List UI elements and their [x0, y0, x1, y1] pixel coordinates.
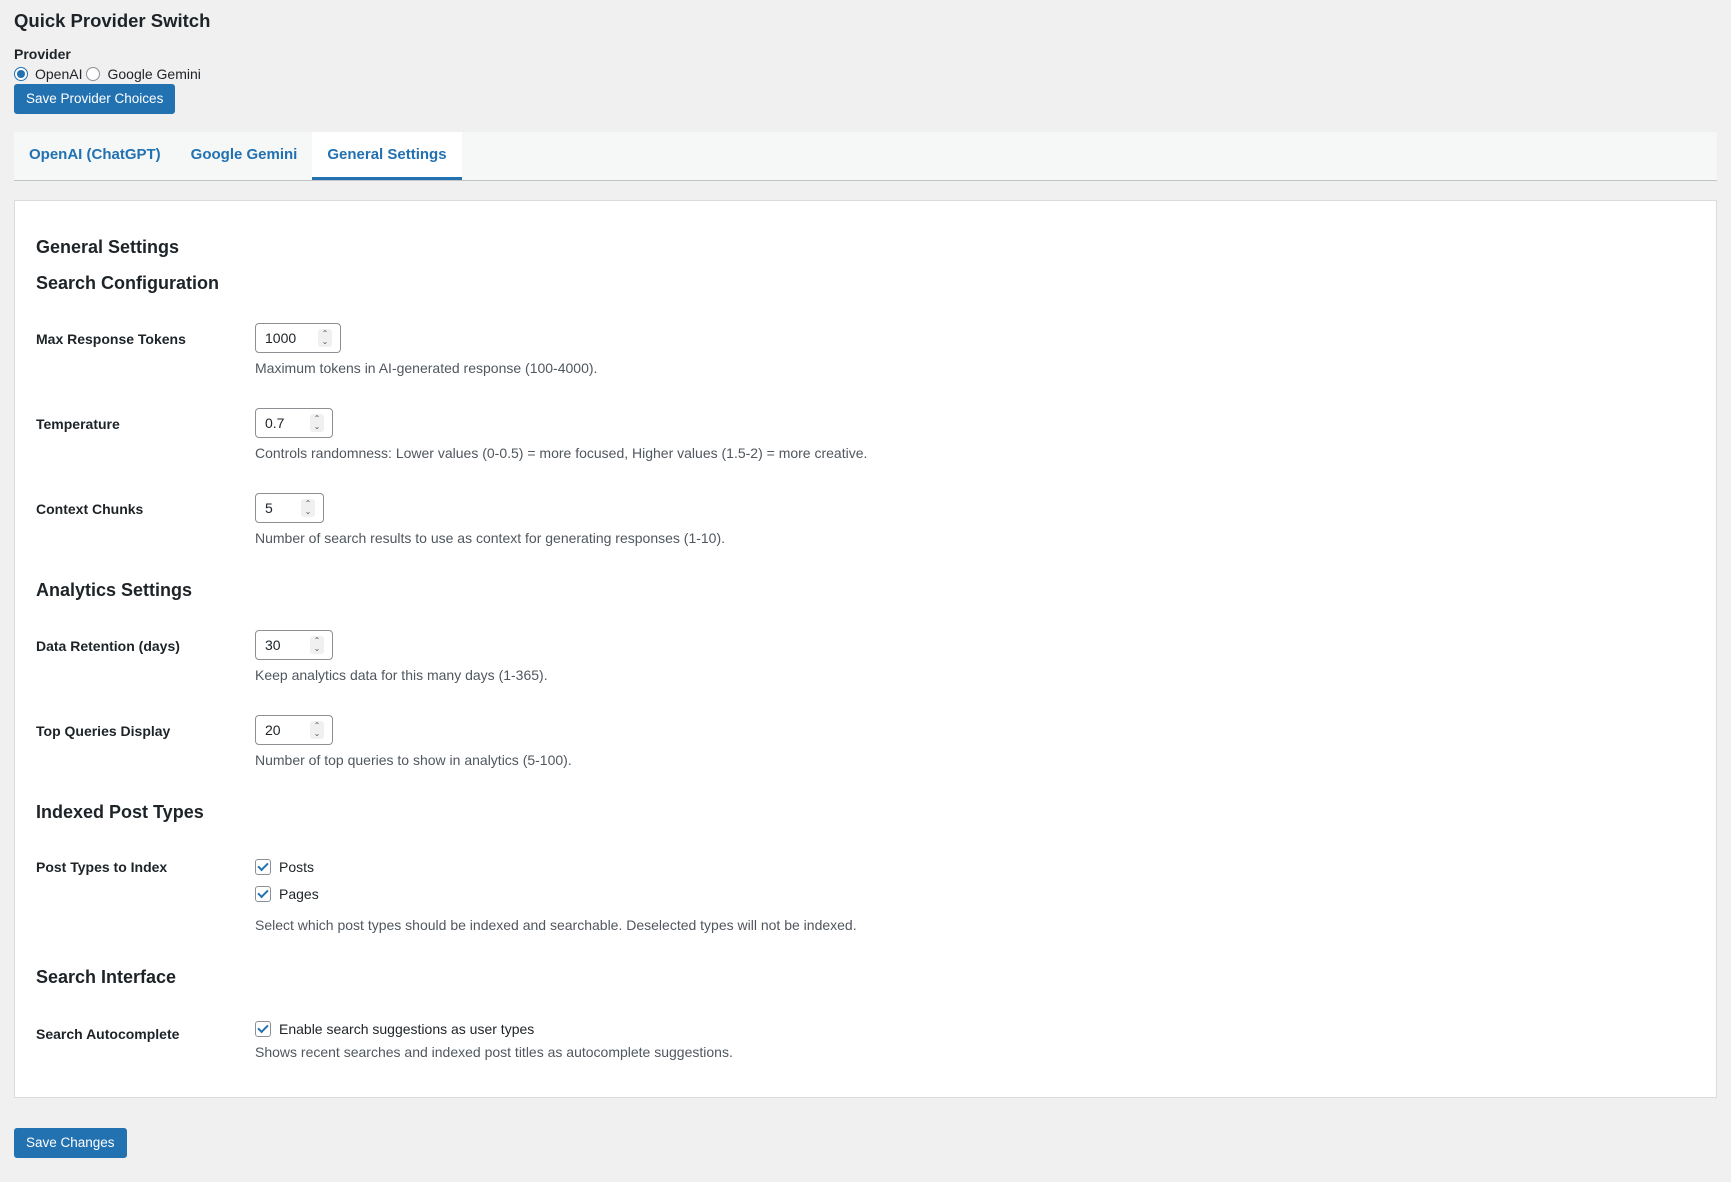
posts-checkbox-row[interactable]: Posts	[255, 859, 314, 875]
context-chunks-label: Context Chunks	[36, 501, 144, 517]
search-config-heading: Search Configuration	[36, 273, 220, 293]
top-queries-value: 20	[265, 722, 281, 738]
pages-checkbox-label: Pages	[279, 886, 319, 902]
autocomplete-checkbox-row[interactable]: Enable search suggestions as user types	[255, 1021, 534, 1037]
autocomplete-label: Search Autocomplete	[36, 1026, 180, 1042]
provider-label: Provider	[14, 46, 71, 62]
temperature-label: Temperature	[36, 416, 120, 432]
posts-checkbox[interactable]	[255, 859, 271, 875]
radio-gemini[interactable]: Google Gemini	[86, 66, 201, 82]
posts-checkbox-label: Posts	[279, 859, 315, 875]
interface-heading: Search Interface	[36, 967, 177, 987]
provider-radio-group: OpenAI Google Gemini	[14, 66, 201, 82]
radio-openai[interactable]: OpenAI	[14, 66, 82, 82]
max-tokens-desc: Maximum tokens in AI-generated response …	[255, 360, 598, 376]
quick-switch-title: Quick Provider Switch	[14, 10, 211, 31]
retention-desc: Keep analytics data for this many days (…	[255, 667, 548, 683]
save-provider-choices-button[interactable]: Save Provider Choices	[14, 84, 176, 114]
max-tokens-label: Max Response Tokens	[36, 331, 186, 347]
autocomplete-desc: Shows recent searches and indexed post t…	[255, 1044, 733, 1060]
autocomplete-checkbox[interactable]	[255, 1021, 271, 1037]
settings-tabs: OpenAI (ChatGPT) Google Gemini General S…	[14, 132, 1717, 181]
post-types-desc: Select which post types should be indexe…	[255, 917, 857, 933]
retention-spinner-icon[interactable]: ⌃ ⌄	[310, 636, 324, 654]
radio-openai-dot[interactable]	[14, 67, 28, 81]
radio-openai-label: OpenAI	[35, 66, 83, 82]
tab-general-settings[interactable]: General Settings	[312, 132, 462, 180]
top-queries-desc: Number of top queries to show in analyti…	[255, 752, 572, 768]
top-queries-input[interactable]: 20 ⌃ ⌄	[255, 715, 333, 745]
radio-gemini-label: Google Gemini	[107, 66, 201, 82]
temperature-spinner-icon[interactable]: ⌃ ⌄	[310, 414, 324, 432]
retention-value: 30	[265, 637, 281, 653]
indexed-heading: Indexed Post Types	[36, 802, 204, 822]
temperature-desc: Controls randomness: Lower values (0-0.5…	[255, 445, 868, 461]
panel-heading: General Settings	[36, 237, 180, 257]
analytics-heading: Analytics Settings	[36, 580, 193, 600]
radio-gemini-dot[interactable]	[86, 67, 101, 81]
top-queries-spinner-icon[interactable]: ⌃ ⌄	[310, 721, 324, 739]
context-chunks-desc: Number of search results to use as conte…	[255, 530, 726, 546]
max-tokens-value: 1000	[265, 330, 297, 346]
pages-checkbox-row[interactable]: Pages	[255, 886, 319, 902]
context-chunks-input[interactable]: 5 ⌃ ⌄	[255, 493, 324, 523]
max-tokens-spinner-icon[interactable]: ⌃ ⌄	[318, 329, 332, 347]
top-queries-label: Top Queries Display	[36, 723, 171, 739]
post-types-label: Post Types to Index	[36, 859, 168, 875]
save-changes-button[interactable]: Save Changes	[14, 1128, 127, 1158]
tab-openai[interactable]: OpenAI (ChatGPT)	[14, 132, 176, 180]
general-settings-panel: General Settings Search Configuration Ma…	[14, 200, 1717, 1098]
retention-label: Data Retention (days)	[36, 638, 180, 654]
retention-input[interactable]: 30 ⌃ ⌄	[255, 630, 333, 660]
temperature-input[interactable]: 0.7 ⌃ ⌄	[255, 408, 333, 438]
max-tokens-input[interactable]: 1000 ⌃ ⌄	[255, 323, 341, 353]
temperature-value: 0.7	[265, 415, 285, 431]
context-chunks-value: 5	[265, 500, 273, 516]
autocomplete-checkbox-label: Enable search suggestions as user types	[279, 1021, 535, 1037]
tab-google-gemini[interactable]: Google Gemini	[176, 132, 313, 180]
context-chunks-spinner-icon[interactable]: ⌃ ⌄	[301, 499, 315, 517]
pages-checkbox[interactable]	[255, 886, 271, 902]
